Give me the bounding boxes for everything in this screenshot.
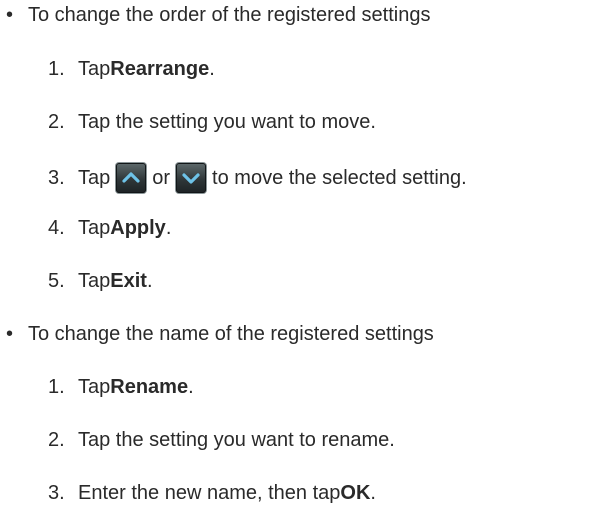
step-item: 5. Tap Exit. [48, 269, 153, 293]
step-number: 2. [48, 429, 65, 451]
section-heading-text: To change the order of the registered se… [28, 4, 431, 26]
step-bold-term: Exit [110, 270, 147, 292]
step-text: or [152, 167, 171, 189]
section-heading: • To change the name of the registered s… [6, 322, 434, 346]
step-text: Tap [78, 270, 111, 292]
step-text: Tap the setting you want to rename. [78, 429, 395, 451]
step-number: 4. [48, 217, 65, 239]
step-text: . [146, 270, 153, 292]
step-item: 1. Tap Rearrange. [48, 57, 215, 81]
bullet: • [6, 323, 14, 345]
step-text: . [370, 482, 376, 504]
step-number: 2. [48, 111, 65, 133]
step-text: Tap the setting you want to move. [78, 111, 376, 133]
step-text: Tap [78, 167, 111, 189]
step-text: . [165, 217, 172, 239]
arrow-down-icon [176, 163, 207, 193]
step-number: 5. [48, 270, 65, 292]
arrow-up-icon [116, 163, 147, 193]
step-number: 3. [48, 167, 65, 189]
step-bold-term: Rearrange [110, 58, 210, 80]
step-item: 1. Tap Rename. [48, 375, 194, 399]
section-heading: • To change the order of the registered … [6, 3, 430, 27]
step-text: . [209, 58, 215, 80]
step-text: Tap [78, 58, 111, 80]
step-item: 2. Tap the setting you want to rename. [48, 428, 395, 452]
bullet: • [6, 4, 14, 26]
step-text: to move the selected setting. [212, 167, 467, 189]
step-item: 2. Tap the setting you want to move. [48, 110, 376, 134]
step-number: 1. [48, 58, 65, 80]
step-text: Tap [78, 376, 111, 398]
step-bold-term: OK [340, 482, 371, 504]
step-item: 3. Enter the new name, then tap OK. [48, 481, 376, 505]
step-bold-term: Rename [110, 376, 189, 398]
section-heading-text: To change the name of the registered set… [28, 323, 434, 345]
step-text: Tap [78, 217, 111, 239]
step-bold-term: Apply [110, 217, 166, 239]
step-item: 4. Tap Apply. [48, 216, 171, 240]
step-number: 1. [48, 376, 65, 398]
step-number: 3. [48, 482, 65, 504]
step-text: Enter the new name, then tap [78, 482, 341, 504]
step-item: 3. Tap or to move the selected setting. [48, 163, 467, 193]
step-text: . [188, 376, 194, 398]
